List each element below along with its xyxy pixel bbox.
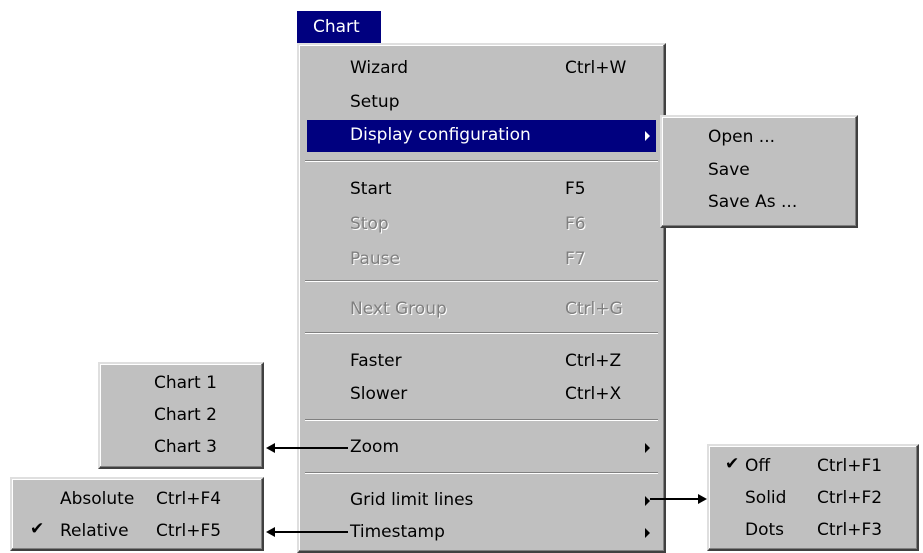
submenu-item-chart-3-label: Chart 3 bbox=[154, 437, 217, 457]
submenu-arrow-icon bbox=[645, 443, 650, 453]
menu-item-faster[interactable]: Faster Ctrl+Z bbox=[307, 346, 656, 378]
menu-item-start-shortcut: F5 bbox=[565, 179, 586, 199]
menu-item-grid-limit-lines[interactable]: Grid limit lines bbox=[307, 485, 656, 517]
menu-item-wizard[interactable]: Wizard Ctrl+W bbox=[307, 53, 656, 85]
submenu-item-open[interactable]: Open ... bbox=[668, 122, 852, 154]
zoom-submenu: Chart 1 Chart 2 Chart 3 bbox=[98, 362, 264, 469]
menu-separator bbox=[305, 280, 658, 282]
menu-item-setup[interactable]: Setup bbox=[307, 87, 656, 119]
menu-item-zoom[interactable]: Zoom bbox=[307, 432, 656, 464]
submenu-item-dots[interactable]: Dots Ctrl+F3 bbox=[715, 515, 913, 547]
menu-item-next-group: Next Group Ctrl+G bbox=[307, 294, 656, 326]
submenu-item-absolute-label: Absolute bbox=[60, 489, 135, 509]
menu-item-stop-label: Stop bbox=[350, 214, 389, 234]
submenu-item-absolute-shortcut: Ctrl+F4 bbox=[156, 489, 222, 509]
submenu-item-save-as[interactable]: Save As ... bbox=[668, 187, 852, 219]
submenu-item-open-label: Open ... bbox=[708, 127, 776, 147]
submenu-item-chart-2[interactable]: Chart 2 bbox=[106, 400, 258, 432]
menu-item-stop: Stop F6 bbox=[307, 209, 656, 241]
menu-separator bbox=[305, 332, 658, 334]
timestamp-connector-line bbox=[274, 531, 348, 533]
menu-item-faster-shortcut: Ctrl+Z bbox=[565, 351, 622, 371]
display-configuration-submenu: Open ... Save Save As ... bbox=[660, 115, 858, 228]
submenu-item-relative[interactable]: ✔ Relative Ctrl+F5 bbox=[18, 516, 258, 548]
menu-item-display-configuration-label: Display configuration bbox=[350, 125, 531, 145]
submenu-item-dots-label: Dots bbox=[745, 520, 785, 540]
menu-item-pause-label: Pause bbox=[350, 249, 400, 269]
menu-item-pause-shortcut: F7 bbox=[565, 249, 586, 269]
submenu-item-save[interactable]: Save bbox=[668, 155, 852, 187]
submenu-arrow-icon bbox=[645, 131, 650, 141]
submenu-item-chart-1[interactable]: Chart 1 bbox=[106, 368, 258, 400]
check-icon: ✔ bbox=[30, 519, 45, 539]
menubar-chart[interactable]: Chart bbox=[297, 11, 381, 43]
submenu-item-chart-2-label: Chart 2 bbox=[154, 405, 217, 425]
menu-item-slower-label: Slower bbox=[350, 384, 408, 404]
submenu-item-solid[interactable]: Solid Ctrl+F2 bbox=[715, 483, 913, 515]
submenu-item-chart-3[interactable]: Chart 3 bbox=[106, 432, 258, 464]
menu-item-next-group-label: Next Group bbox=[350, 299, 447, 319]
timestamp-submenu: Absolute Ctrl+F4 ✔ Relative Ctrl+F5 bbox=[10, 477, 264, 551]
grid-limit-lines-submenu: ✔ Off Ctrl+F1 Solid Ctrl+F2 Dots Ctrl+F3 bbox=[707, 444, 919, 551]
menu-item-wizard-label: Wizard bbox=[350, 58, 408, 78]
right-arrow-icon bbox=[698, 494, 707, 504]
submenu-item-solid-shortcut: Ctrl+F2 bbox=[817, 488, 883, 508]
menu-item-stop-shortcut: F6 bbox=[565, 214, 586, 234]
menu-item-faster-label: Faster bbox=[350, 351, 402, 371]
menu-separator bbox=[305, 419, 658, 421]
check-icon: ✔ bbox=[725, 454, 740, 474]
menu-item-start[interactable]: Start F5 bbox=[307, 174, 656, 206]
submenu-item-solid-label: Solid bbox=[745, 488, 787, 508]
menu-item-start-label: Start bbox=[350, 179, 392, 199]
menu-item-wizard-shortcut: Ctrl+W bbox=[565, 58, 627, 78]
submenu-item-absolute[interactable]: Absolute Ctrl+F4 bbox=[18, 484, 258, 516]
menubar-chart-label: Chart bbox=[313, 17, 360, 37]
menu-item-grid-limit-lines-label: Grid limit lines bbox=[350, 490, 474, 510]
menu-item-setup-label: Setup bbox=[350, 92, 400, 112]
submenu-item-save-as-label: Save As ... bbox=[708, 192, 798, 212]
submenu-item-save-label: Save bbox=[708, 160, 750, 180]
menu-item-pause: Pause F7 bbox=[307, 244, 656, 276]
menu-item-slower[interactable]: Slower Ctrl+X bbox=[307, 379, 656, 411]
submenu-item-off-shortcut: Ctrl+F1 bbox=[817, 456, 883, 476]
menu-item-next-group-shortcut: Ctrl+G bbox=[565, 299, 623, 319]
submenu-item-dots-shortcut: Ctrl+F3 bbox=[817, 520, 883, 540]
menu-item-zoom-label: Zoom bbox=[350, 437, 400, 457]
menu-separator bbox=[305, 472, 658, 474]
submenu-arrow-icon bbox=[645, 528, 650, 538]
submenu-item-relative-shortcut: Ctrl+F5 bbox=[156, 521, 222, 541]
submenu-item-off-label: Off bbox=[745, 456, 771, 476]
menu-item-timestamp[interactable]: Timestamp bbox=[307, 517, 656, 549]
menu-item-slower-shortcut: Ctrl+X bbox=[565, 384, 622, 404]
grid-connector-line bbox=[650, 498, 698, 500]
menu-separator bbox=[305, 160, 658, 162]
menu-item-display-configuration[interactable]: Display configuration bbox=[307, 120, 656, 152]
submenu-item-relative-label: Relative bbox=[60, 521, 129, 541]
submenu-item-off[interactable]: ✔ Off Ctrl+F1 bbox=[715, 451, 913, 483]
menu-item-timestamp-label: Timestamp bbox=[350, 522, 445, 542]
left-arrow-icon bbox=[266, 443, 275, 453]
zoom-connector-line bbox=[274, 447, 348, 449]
chart-menu: Wizard Ctrl+W Setup Display configuratio… bbox=[297, 43, 666, 553]
left-arrow-icon bbox=[266, 527, 275, 537]
submenu-item-chart-1-label: Chart 1 bbox=[154, 373, 217, 393]
